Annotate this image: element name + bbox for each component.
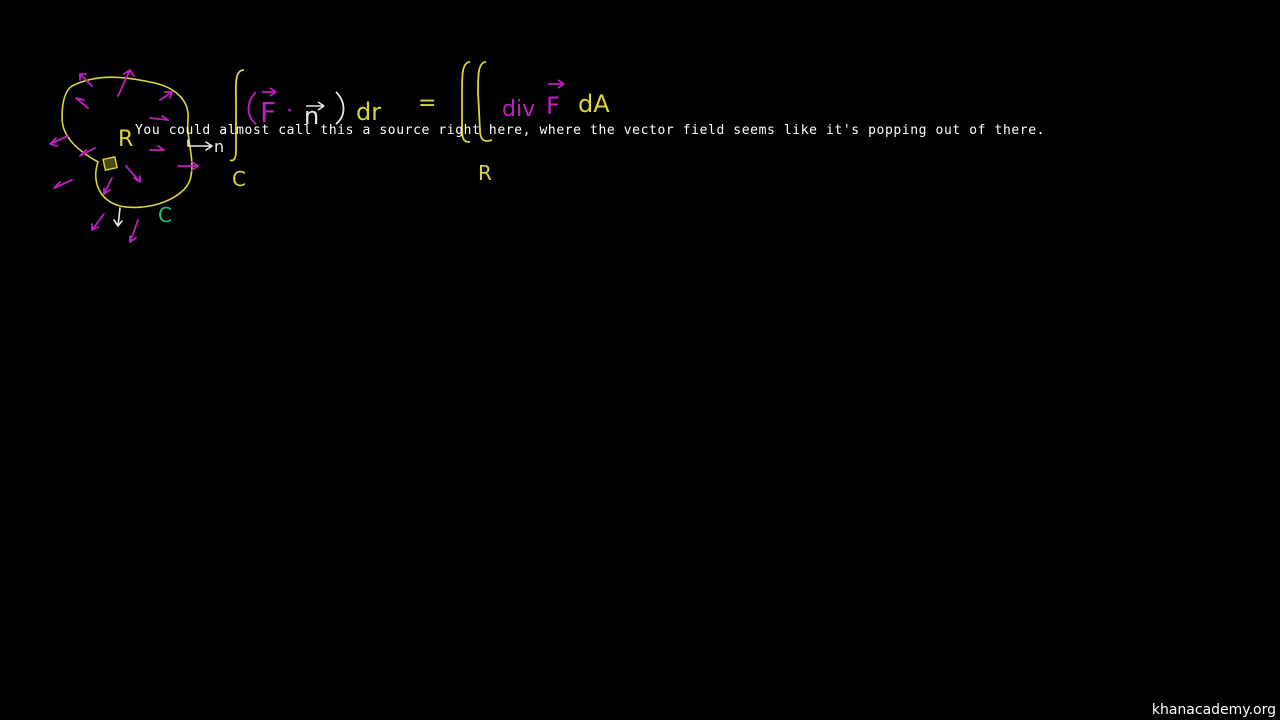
- div-operator: div: [502, 97, 535, 122]
- field-arrow: [75, 97, 89, 109]
- field-arrow: [129, 219, 139, 243]
- field-arrow: [177, 161, 199, 171]
- field-arrow: [49, 135, 69, 147]
- line-integral-sign: [229, 69, 245, 162]
- subtitle-caption: You could almost call this a source righ…: [135, 123, 1046, 138]
- field-arrow: [103, 177, 113, 195]
- close-paren: [335, 91, 345, 125]
- vector-f-arrow: [262, 87, 277, 97]
- normal-arrow: [113, 207, 123, 227]
- region-label: R: [118, 127, 133, 152]
- field-arrow: [53, 179, 73, 189]
- normal-label: n: [214, 137, 224, 156]
- curve-label: C: [158, 203, 172, 227]
- small-area-square: [102, 156, 118, 171]
- normal-arrow: [187, 139, 213, 151]
- vector-f-rhs: F: [546, 92, 560, 120]
- field-arrow: [125, 165, 141, 183]
- khan-academy-watermark: khanacademy.org: [1151, 702, 1276, 718]
- field-arrow: [91, 213, 105, 231]
- dot-operator: ·: [286, 99, 293, 124]
- blackboard: R n C C F · n dr = R div F dA: [49, 61, 610, 243]
- rhs-bound-r: R: [478, 161, 492, 185]
- equals-sign: =: [418, 91, 436, 116]
- da-term: dA: [578, 90, 610, 118]
- lhs-bound-c: C: [232, 167, 246, 191]
- field-arrow: [117, 69, 135, 97]
- vector-field-arrows: [49, 69, 199, 243]
- field-arrow: [159, 91, 173, 101]
- field-arrow: [149, 115, 169, 121]
- dr-term: dr: [356, 98, 381, 126]
- field-arrow: [149, 145, 165, 151]
- vector-f-rhs-arrow: [548, 79, 565, 89]
- open-paren: [247, 91, 257, 125]
